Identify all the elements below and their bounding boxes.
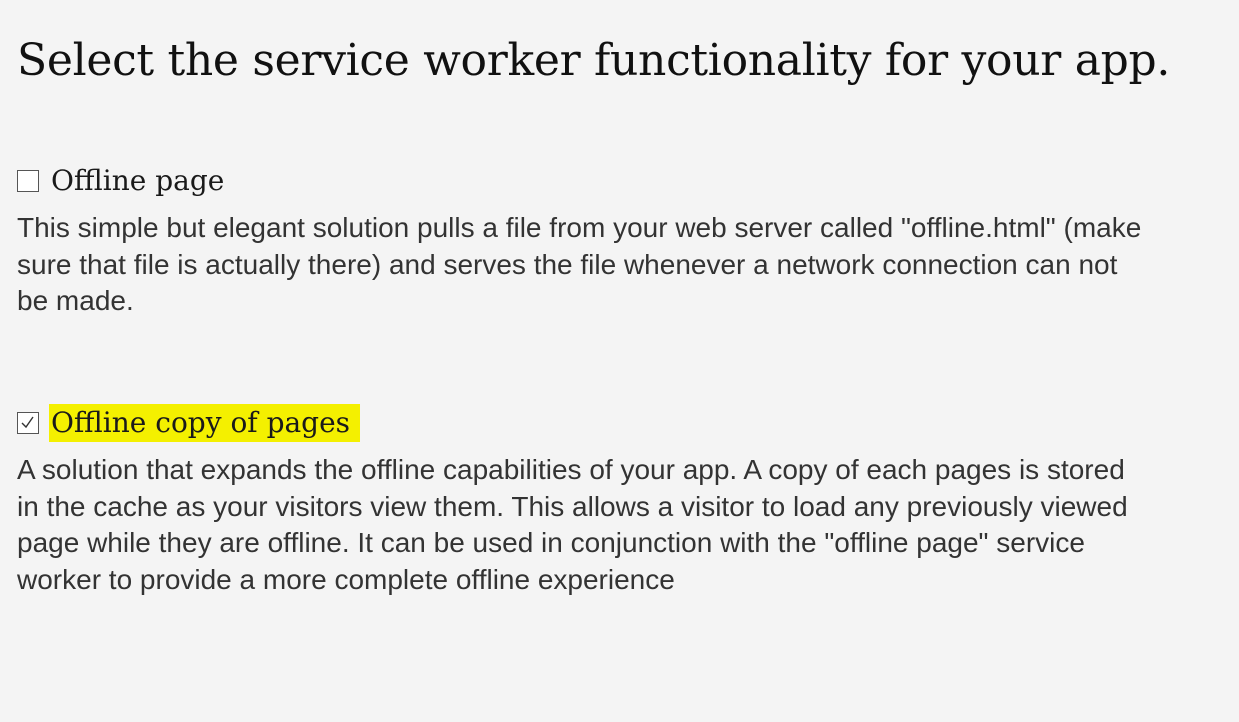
offline-copy-description: A solution that expands the offline capa… <box>17 454 1128 595</box>
offline-page-label[interactable]: Offline page <box>51 162 224 200</box>
option-header: Offline copy of pages <box>17 402 1147 444</box>
offline-copy-label[interactable]: Offline copy of pages <box>49 404 361 442</box>
offline-copy-checkbox[interactable] <box>17 412 39 434</box>
page-title: Select the service worker functionality … <box>17 35 1171 86</box>
option-header: Offline page <box>17 160 1147 202</box>
offline-page-checkbox[interactable] <box>17 170 39 192</box>
offline-page-description: This simple but elegant solution pulls a… <box>17 212 1142 316</box>
option-offline-page: Offline page This simple but elegant sol… <box>17 160 1147 320</box>
check-icon <box>21 416 34 429</box>
option-offline-copy-of-pages: Offline copy of pages A solution that ex… <box>17 402 1147 598</box>
